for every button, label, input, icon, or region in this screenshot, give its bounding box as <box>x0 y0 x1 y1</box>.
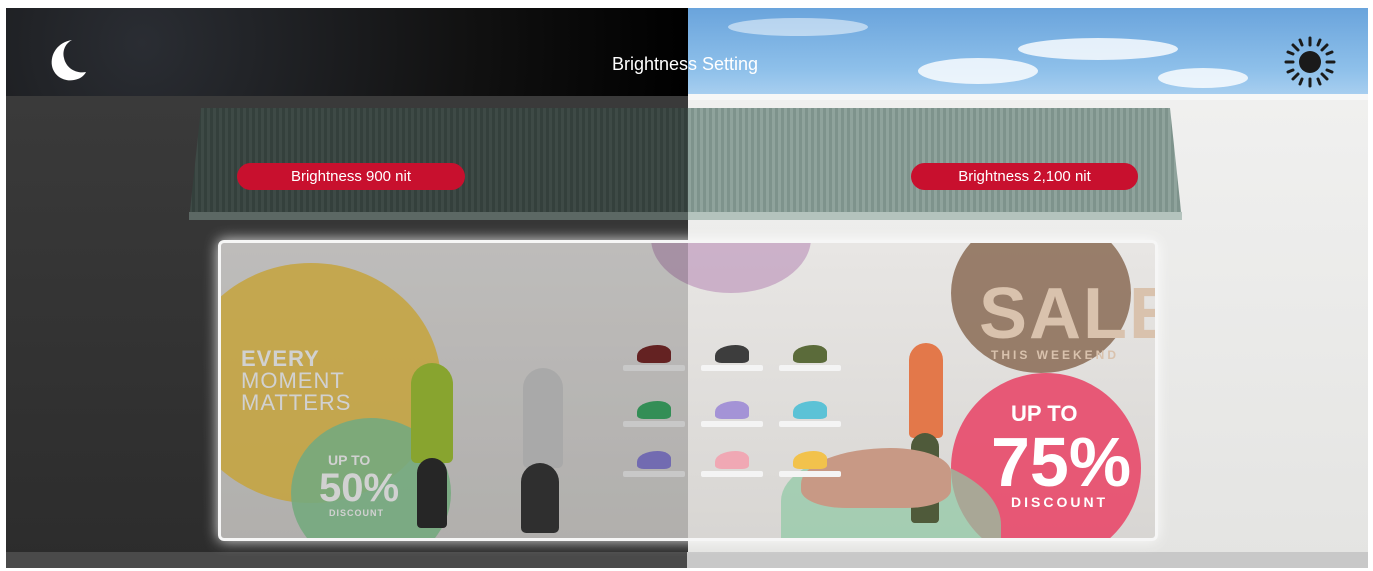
storefront-scene: EVERY MOMENT MATTERS UP TO 50% DISCOUNT … <box>6 8 1368 568</box>
shoe-pink <box>715 451 749 469</box>
window-display: EVERY MOMENT MATTERS UP TO 50% DISCOUNT … <box>218 240 1158 541</box>
sidewalk <box>6 552 1368 568</box>
shelf <box>701 365 763 371</box>
day-sky <box>688 8 1368 96</box>
shoe-yellow <box>793 451 827 469</box>
mannequin-orange <box>909 343 943 438</box>
shoe-cyan <box>793 401 827 419</box>
awning-lip-night <box>189 212 688 220</box>
promo-right-upto: UP TO <box>1011 401 1078 426</box>
awning-lip-day <box>688 212 1182 220</box>
shelf <box>779 471 841 477</box>
shoe-lavender <box>715 401 749 419</box>
ad-sale: SALE <box>979 274 1155 354</box>
night-dim-overlay <box>221 243 688 538</box>
roof-edge <box>688 94 1368 100</box>
shelf <box>779 421 841 427</box>
night-sky <box>6 8 688 96</box>
brightness-badge-night: Brightness 900 nit <box>237 163 465 190</box>
shoe-dark <box>715 345 749 363</box>
shelf <box>701 471 763 477</box>
promo-right-label: DISCOUNT <box>1011 494 1109 510</box>
shelf <box>779 365 841 371</box>
shelf <box>701 421 763 427</box>
shoe-olive <box>793 345 827 363</box>
promo-right-value: 75% <box>991 423 1132 501</box>
brightness-badge-day: Brightness 2,100 nit <box>911 163 1138 190</box>
ad-sale-sub: THIS WEEKEND <box>991 348 1120 362</box>
